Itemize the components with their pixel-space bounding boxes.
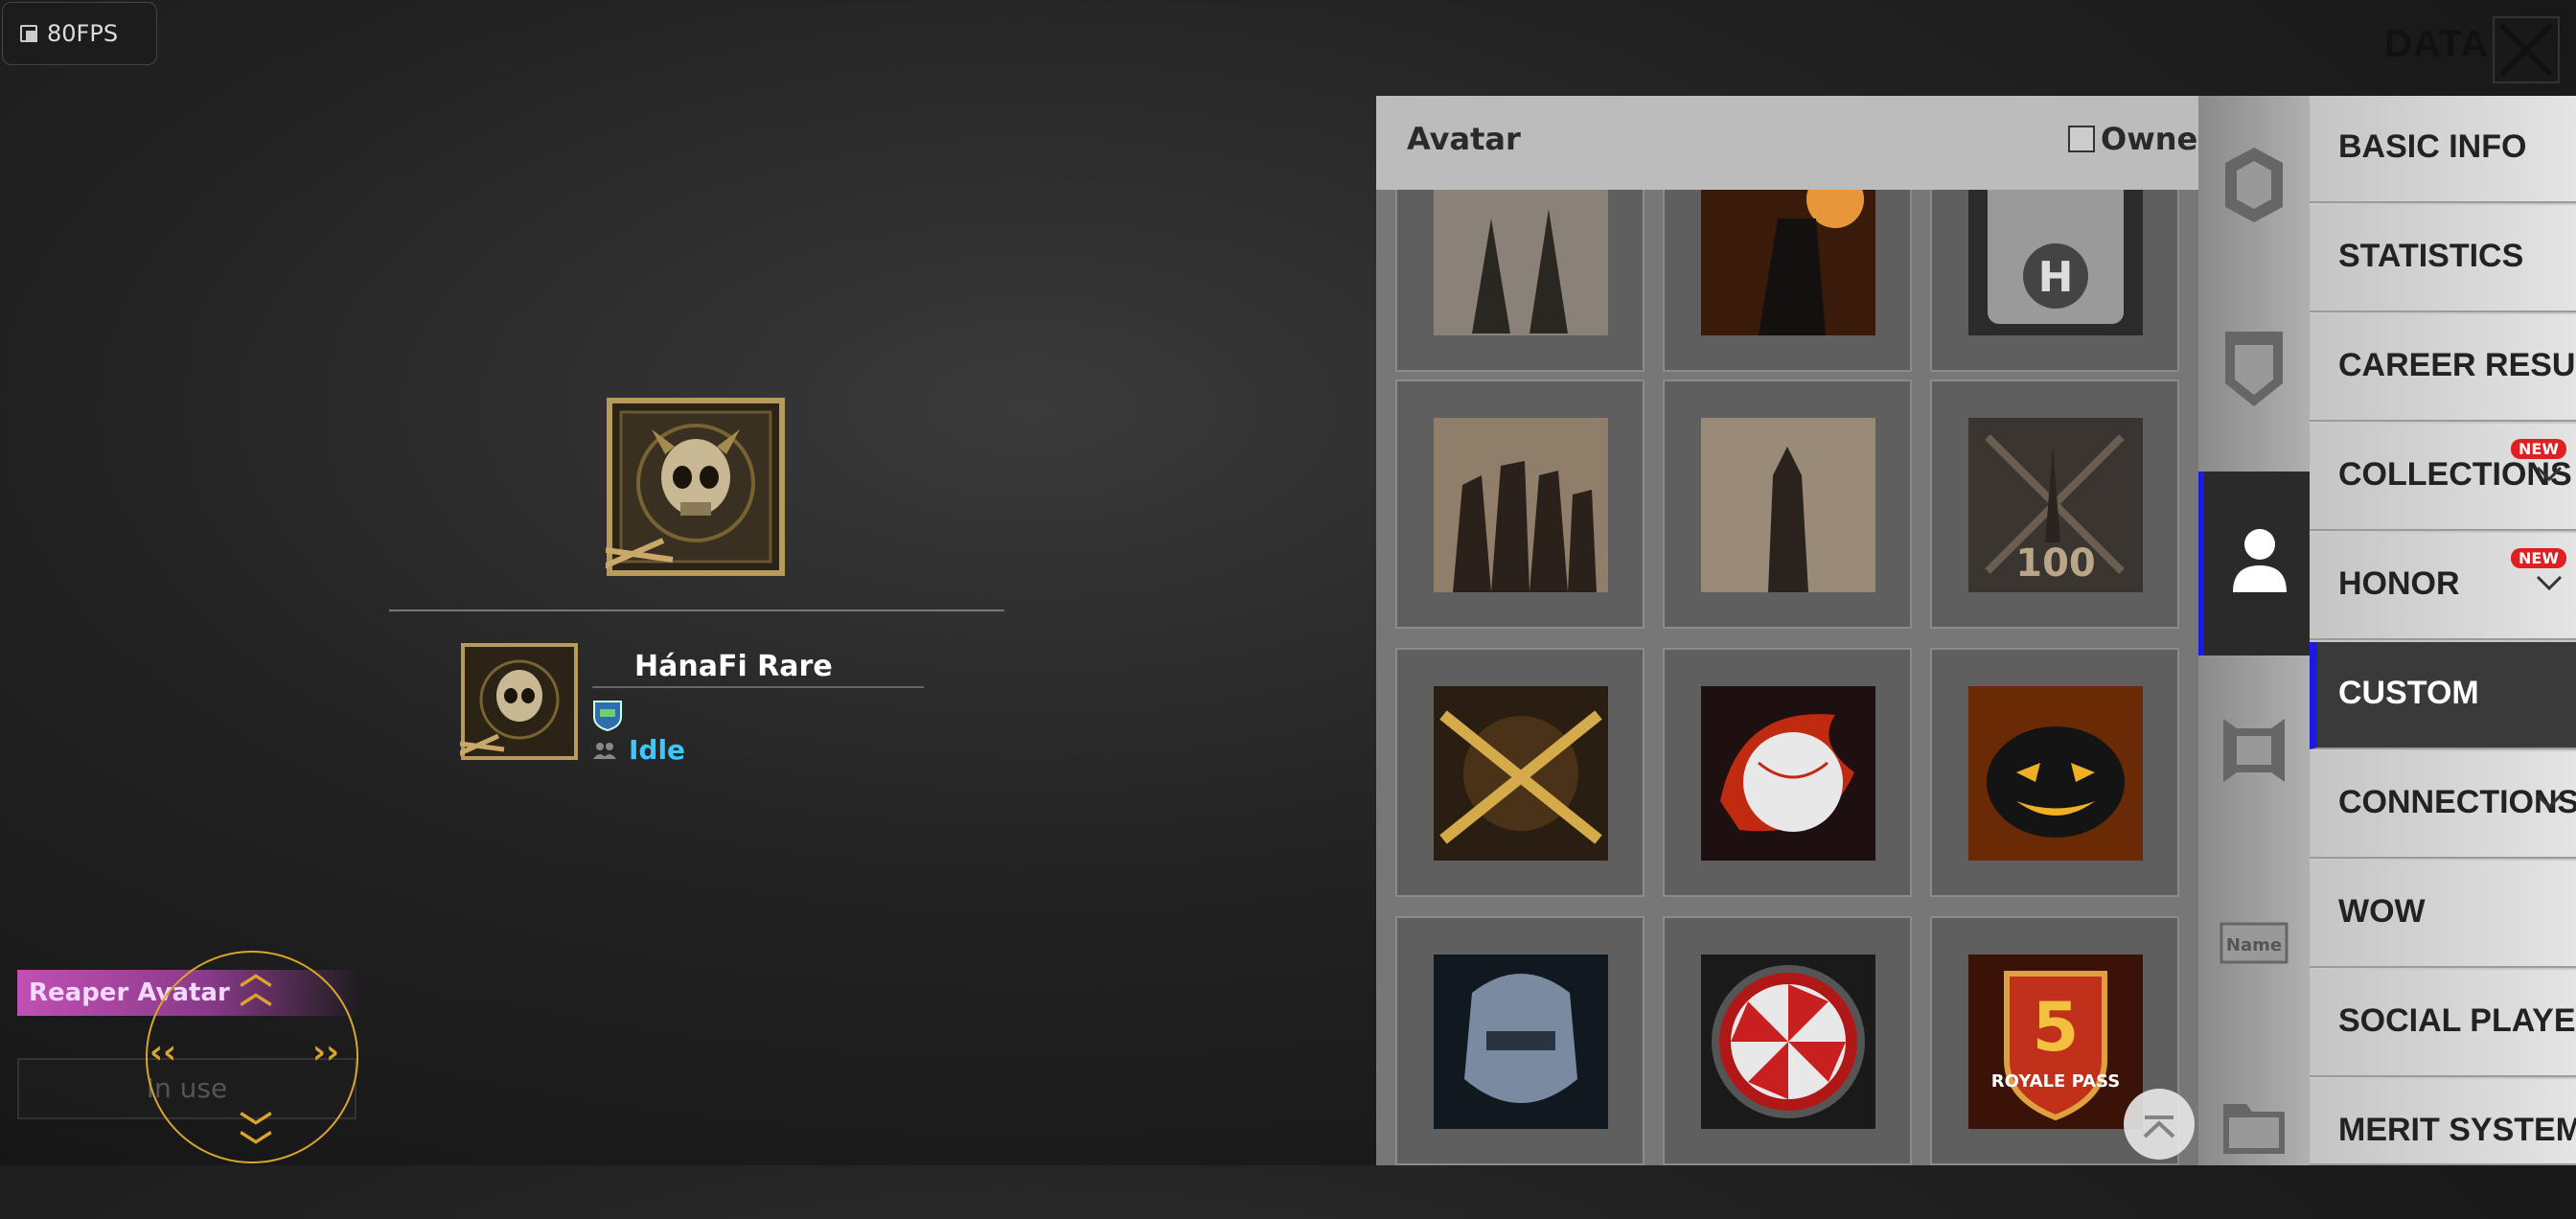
rooster-baseball-avatar — [1701, 686, 1875, 861]
menu-collections[interactable]: COLLECTIONS NEW — [2310, 424, 2576, 531]
scroll-to-top-button[interactable] — [2124, 1089, 2195, 1160]
category-avatar[interactable] — [2198, 472, 2310, 656]
avatar-cell[interactable] — [1395, 190, 1644, 372]
chevron-down-icon — [2536, 794, 2563, 810]
frame-icon — [2225, 148, 2283, 222]
arrow-up-icon: ︿ — [240, 974, 272, 1012]
umbrella-avatar — [1701, 954, 1875, 1129]
avatar-cell[interactable]: H — [1930, 190, 2179, 372]
category-badge[interactable] — [2198, 280, 2310, 464]
avatar-panel: Avatar Owned H 100 5 ROYALE PASS — [1376, 96, 2220, 1165]
helipad-crate-avatar: H — [1968, 190, 2143, 335]
avatar-cell[interactable] — [1663, 916, 1912, 1165]
chevron-down-icon — [2536, 466, 2563, 482]
menu-label: BASIC INFO — [2338, 128, 2527, 165]
category-folder[interactable] — [2198, 1035, 2310, 1219]
new-badge: NEW — [2511, 548, 2566, 568]
royale-pass-label: ROYALE PASS — [1991, 1071, 2120, 1092]
status-row: Idle — [592, 734, 685, 766]
avatar-cell[interactable]: 100 — [1930, 380, 2179, 629]
preview-divider — [389, 610, 1004, 611]
crossed-rifles-avatar — [1434, 686, 1608, 861]
menu-label: MERIT SYSTEM — [2338, 1112, 2576, 1148]
page-title: DATA — [2384, 23, 2490, 65]
arrow-down-icon: ﹀ — [240, 1129, 272, 1167]
player-status: Idle — [629, 734, 686, 766]
dpad-overlay[interactable]: ︿ ︿ ‹‹ ›› ﹀ ﹀ — [146, 951, 358, 1167]
player-name: HánaFi Rare — [634, 650, 833, 683]
avatar-cell[interactable] — [1930, 648, 2179, 897]
name-tag-icon: Name — [2220, 922, 2288, 964]
fps-counter[interactable]: 80FPS — [2, 2, 157, 65]
menu-wow[interactable]: WOW — [2310, 861, 2576, 968]
svg-text:H: H — [2038, 253, 2074, 302]
pumpkin-avatar — [1968, 686, 2143, 861]
panel-title: Avatar — [1407, 121, 1521, 157]
category-banner[interactable] — [2198, 663, 2310, 847]
name-tag-label: Name — [2226, 935, 2282, 955]
panel-header: Avatar Owned — [1376, 96, 2220, 190]
player-avatar — [454, 642, 579, 761]
menu-basic-info[interactable]: BASIC INFO — [2310, 96, 2576, 203]
category-frame[interactable] — [2198, 96, 2310, 280]
people-icon — [593, 742, 616, 759]
menu-social-player-card[interactable]: SOCIAL PLAYER CA — [2310, 970, 2576, 1077]
menu-label: HONOR — [2338, 565, 2460, 602]
banner-icon — [2223, 719, 2285, 782]
badge-icon — [2225, 332, 2283, 406]
avatar-cell[interactable] — [1663, 648, 1912, 897]
menu-custom[interactable]: CUSTOM — [2310, 642, 2576, 749]
royale-pass-number: 5 — [2033, 988, 2080, 1067]
menu-connections[interactable]: CONNECTIONS — [2310, 751, 2576, 859]
royale-pass-5-avatar: 5 ROYALE PASS — [1968, 954, 2143, 1129]
burning-soldier-avatar — [1701, 190, 1875, 335]
arrow-left-icon: ‹‹ — [150, 1033, 177, 1071]
avatar-cell[interactable] — [1663, 380, 1912, 629]
menu-honor[interactable]: HONOR NEW — [2310, 533, 2576, 640]
menu-merit-system[interactable]: MERIT SYSTEM — [2310, 1079, 2576, 1165]
squad-silhouette-avatar — [1434, 190, 1608, 335]
lone-soldier-avatar — [1701, 418, 1875, 592]
avatar-grid: H 100 5 ROYALE PASS — [1376, 190, 2198, 1165]
category-name-tag[interactable]: Name — [2198, 853, 2310, 1037]
avatar-icon — [2233, 529, 2287, 592]
menu-label: STATISTICS — [2338, 238, 2524, 274]
robot-helmet-avatar — [1434, 954, 1608, 1129]
menu-label: WOW — [2338, 893, 2426, 930]
fps-label: 80FPS — [47, 20, 119, 47]
copy-icon — [20, 25, 37, 42]
menu-label: CUSTOM — [2338, 675, 2479, 711]
arrow-right-icon: ›› — [312, 1033, 340, 1071]
avatar-cell[interactable] — [1663, 190, 1912, 372]
name-divider — [592, 686, 924, 688]
menu-label: CAREER RESULTS — [2338, 347, 2576, 383]
data-menu: BASIC INFO STATISTICS CAREER RESULTS COL… — [2310, 96, 2576, 1165]
avatar-cell[interactable] — [1395, 648, 1644, 897]
double-chevron-up-icon — [2143, 1116, 2175, 1138]
folder-icon — [2223, 1104, 2285, 1154]
clan-badge-icon — [590, 698, 625, 732]
new-badge: NEW — [2511, 439, 2566, 459]
category-sidebar: Name — [2198, 96, 2310, 1165]
menu-label: SOCIAL PLAYER CA — [2338, 1002, 2576, 1039]
level-100-label: 100 — [2015, 541, 2096, 586]
chevron-down-icon — [2536, 575, 2563, 591]
close-button[interactable] — [2492, 15, 2561, 84]
owned-filter[interactable]: Owned — [2068, 121, 2220, 157]
avatar-cell[interactable] — [1395, 916, 1644, 1165]
level-100-avatar: 100 — [1968, 418, 2143, 592]
owned-checkbox[interactable] — [2068, 126, 2095, 152]
close-icon — [2493, 16, 2560, 83]
menu-career-results[interactable]: CAREER RESULTS — [2310, 314, 2576, 422]
avatar-cell[interactable] — [1395, 380, 1644, 629]
menu-statistics[interactable]: STATISTICS — [2310, 205, 2576, 312]
squad-team-avatar — [1434, 418, 1608, 592]
selected-avatar-preview — [600, 397, 786, 577]
